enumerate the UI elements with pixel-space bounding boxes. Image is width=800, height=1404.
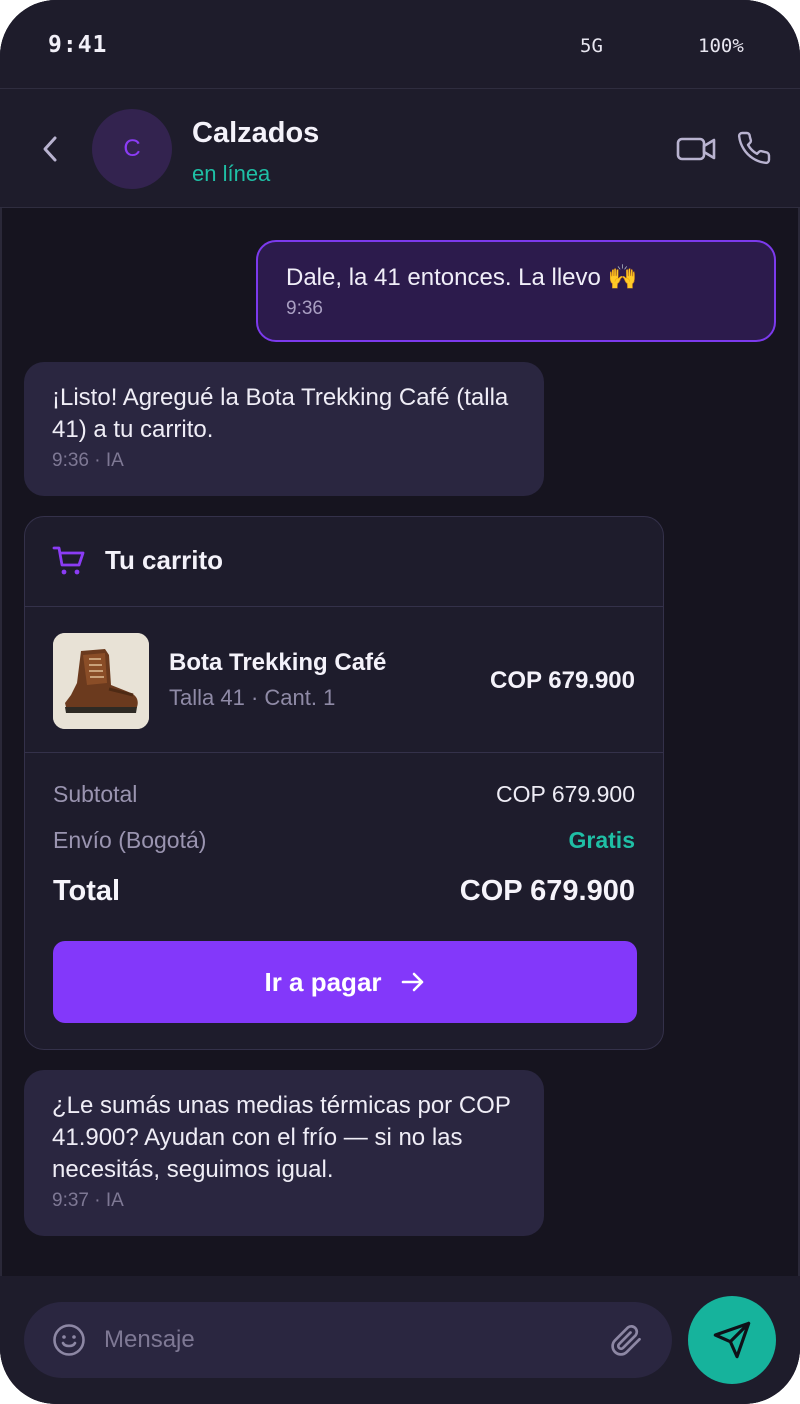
- back-button[interactable]: [32, 127, 68, 171]
- message-composer: [24, 1302, 672, 1378]
- subtotal-row: Subtotal COP 679.900: [53, 781, 635, 808]
- contact-name: Calzados: [192, 117, 320, 149]
- product-price: COP 679.900: [490, 667, 635, 694]
- shipping-row: Envío (Bogotá) Gratis: [53, 827, 635, 854]
- incoming-message[interactable]: ¡Listo! Agregué la Bota Trekking Café (t…: [24, 362, 544, 496]
- cart-item[interactable]: Bota Trekking Café Talla 41 · Cant. 1 CO…: [25, 607, 663, 753]
- message-time: 9:37 · IA: [52, 1190, 124, 1211]
- boot-icon: [53, 633, 149, 729]
- phone-icon: [737, 131, 771, 165]
- checkout-button[interactable]: Ir a pagar: [53, 941, 637, 1023]
- product-name: Bota Trekking Café: [169, 649, 387, 676]
- arrow-right-icon: [401, 972, 423, 992]
- incoming-message[interactable]: ¿Le sumás unas medias térmicas por COP 4…: [24, 1070, 544, 1236]
- battery-indicator: 100%: [698, 35, 744, 57]
- message-text: ¿Le sumás unas medias térmicas por COP 4…: [52, 1092, 511, 1183]
- checkout-label: Ir a pagar: [264, 966, 382, 997]
- message-time: 9:36: [286, 298, 323, 319]
- chevron-left-icon: [43, 136, 57, 162]
- shopping-cart-icon: [52, 546, 85, 575]
- presence-status: en línea: [192, 161, 271, 186]
- avatar-initial: C: [123, 135, 141, 162]
- video-call-button[interactable]: [676, 131, 716, 167]
- shipping-value: Gratis: [568, 827, 635, 853]
- paperclip-icon: [611, 1325, 641, 1356]
- product-image: [53, 633, 149, 729]
- subtotal-label: Subtotal: [53, 781, 138, 807]
- total-value: COP 679.900: [459, 875, 635, 907]
- message-text: ¡Listo! Agregué la Bota Trekking Café (t…: [52, 384, 509, 443]
- voice-call-button[interactable]: [736, 129, 772, 167]
- total-label: Total: [53, 875, 121, 907]
- shipping-label: Envío (Bogotá): [53, 827, 207, 853]
- phone-screen: 9:41 5G 100% C Calzados en línea Dale, l…: [0, 0, 800, 1404]
- network-indicator: 5G: [580, 35, 603, 57]
- message-input[interactable]: [104, 1320, 584, 1360]
- contact-avatar[interactable]: C: [92, 109, 172, 189]
- message-time: 9:36 · IA: [52, 450, 124, 471]
- send-button[interactable]: [688, 1296, 776, 1384]
- message-text: Dale, la 41 entonces. La llevo 🙌: [286, 264, 638, 291]
- status-time: 9:41: [48, 32, 108, 58]
- chat-header: C Calzados en línea: [0, 88, 800, 208]
- total-row: Total COP 679.900: [53, 875, 635, 908]
- cart-card: Tu carrito Bota Trekking Café Talla 41 ·…: [24, 516, 664, 1050]
- product-meta: Talla 41 · Cant. 1: [169, 685, 336, 710]
- video-camera-icon: [676, 137, 716, 161]
- attach-button[interactable]: [608, 1322, 644, 1358]
- emoji-button[interactable]: [52, 1323, 86, 1357]
- smiley-icon: [53, 1324, 85, 1356]
- cart-header: Tu carrito: [25, 517, 663, 607]
- send-icon: [713, 1321, 751, 1359]
- subtotal-value: COP 679.900: [496, 781, 635, 807]
- cart-title: Tu carrito: [105, 545, 223, 575]
- status-bar: 9:41 5G 100%: [0, 0, 800, 88]
- outgoing-message[interactable]: Dale, la 41 entonces. La llevo 🙌 9:36: [256, 240, 776, 342]
